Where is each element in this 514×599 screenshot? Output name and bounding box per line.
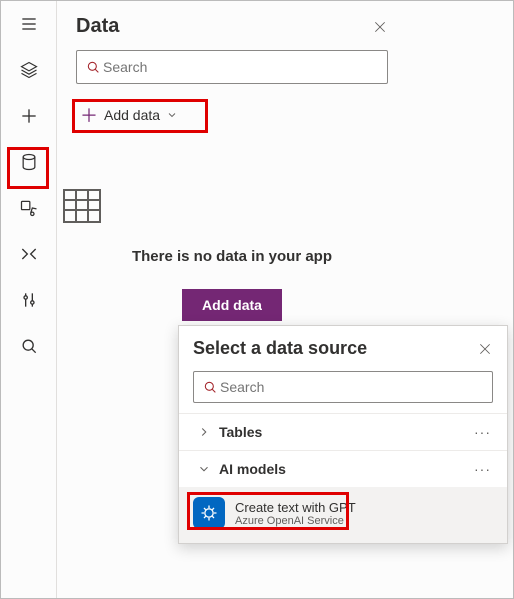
rail-layers[interactable] [1, 47, 57, 93]
rail-search[interactable] [1, 323, 57, 369]
panel-title: Data [76, 15, 119, 38]
ai-model-name: Create text with GPT [235, 500, 356, 515]
rail-advanced[interactable] [1, 231, 57, 277]
openai-icon [193, 497, 225, 529]
group-tables-label: Tables [219, 424, 468, 440]
panel-search[interactable] [76, 50, 388, 84]
rail-add[interactable] [1, 93, 57, 139]
rail-data[interactable] [1, 139, 57, 185]
group-tables[interactable]: Tables ··· [179, 413, 507, 450]
group-ai-models-more[interactable]: ··· [468, 461, 497, 477]
rail-menu[interactable] [1, 1, 57, 47]
panel-close[interactable] [372, 19, 388, 35]
chevron-down-icon [166, 109, 178, 121]
popup-title: Select a data source [193, 338, 367, 359]
ai-model-provider: Azure OpenAI Service [235, 515, 356, 527]
add-data-dropdown[interactable]: ＋ Add data [76, 98, 188, 132]
group-ai-models-label: AI models [219, 461, 468, 477]
ai-model-item[interactable]: Create text with GPT Azure OpenAI Servic… [179, 487, 507, 543]
add-data-primary-button[interactable]: Add data [182, 289, 282, 321]
app-canvas: Data ＋ Add data There is no data in your… [0, 0, 514, 599]
plus-icon: ＋ [80, 102, 98, 128]
popup-search[interactable] [193, 371, 493, 403]
search-icon [85, 59, 101, 75]
group-ai-models[interactable]: AI models ··· [179, 450, 507, 487]
popup-close[interactable] [477, 341, 493, 357]
group-tables-more[interactable]: ··· [468, 424, 497, 440]
table-icon [58, 182, 106, 230]
panel-search-input[interactable] [101, 58, 379, 76]
popup-search-input[interactable] [218, 378, 484, 396]
chevron-right-icon [197, 425, 219, 439]
add-data-label: Add data [104, 107, 160, 123]
rail-settings[interactable] [1, 277, 57, 323]
empty-text: There is no data in your app [58, 248, 406, 265]
chevron-down-icon [197, 462, 219, 476]
rail-media[interactable] [1, 185, 57, 231]
empty-state: There is no data in your app Add data [58, 182, 406, 321]
search-icon [202, 379, 218, 395]
left-rail [1, 1, 57, 598]
data-source-popup: Select a data source Tables ··· AI model… [178, 325, 508, 544]
